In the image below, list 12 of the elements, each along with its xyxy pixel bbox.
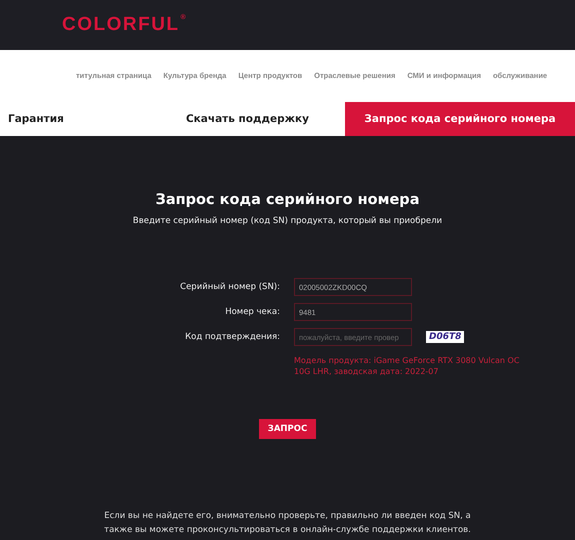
field-label: Код подтверждения: <box>184 332 280 342</box>
tab[interactable]: Скачать поддержку <box>150 102 345 136</box>
result-text: Модель продукта: iGame GeForce RTX 3080 Vulcan OC 10G LHR, заводская дата: 2022-07 <box>294 355 520 377</box>
page-title: Запрос кода серийного номера <box>156 192 420 208</box>
tab[interactable]: Запрос кода серийного номера <box>345 102 575 136</box>
captcha-image: D06T8 <box>426 331 464 343</box>
query-button[interactable]: ЗАПРОС <box>259 419 316 439</box>
field-label: Серийный номер (SN): <box>179 282 280 292</box>
page-subtitle: Введите серийный номер (код SN) продукта, который вы приобрели <box>132 216 442 226</box>
field-label: Номер чека: <box>224 307 280 317</box>
tab[interactable]: Гарантия <box>0 102 150 136</box>
footer-text: Если вы не найдете его, внимательно проверьте, правильно ли введен код SN, а также вы можете проконсультироваться в онлайн-службе поддержки клиентов. <box>103 510 472 537</box>
